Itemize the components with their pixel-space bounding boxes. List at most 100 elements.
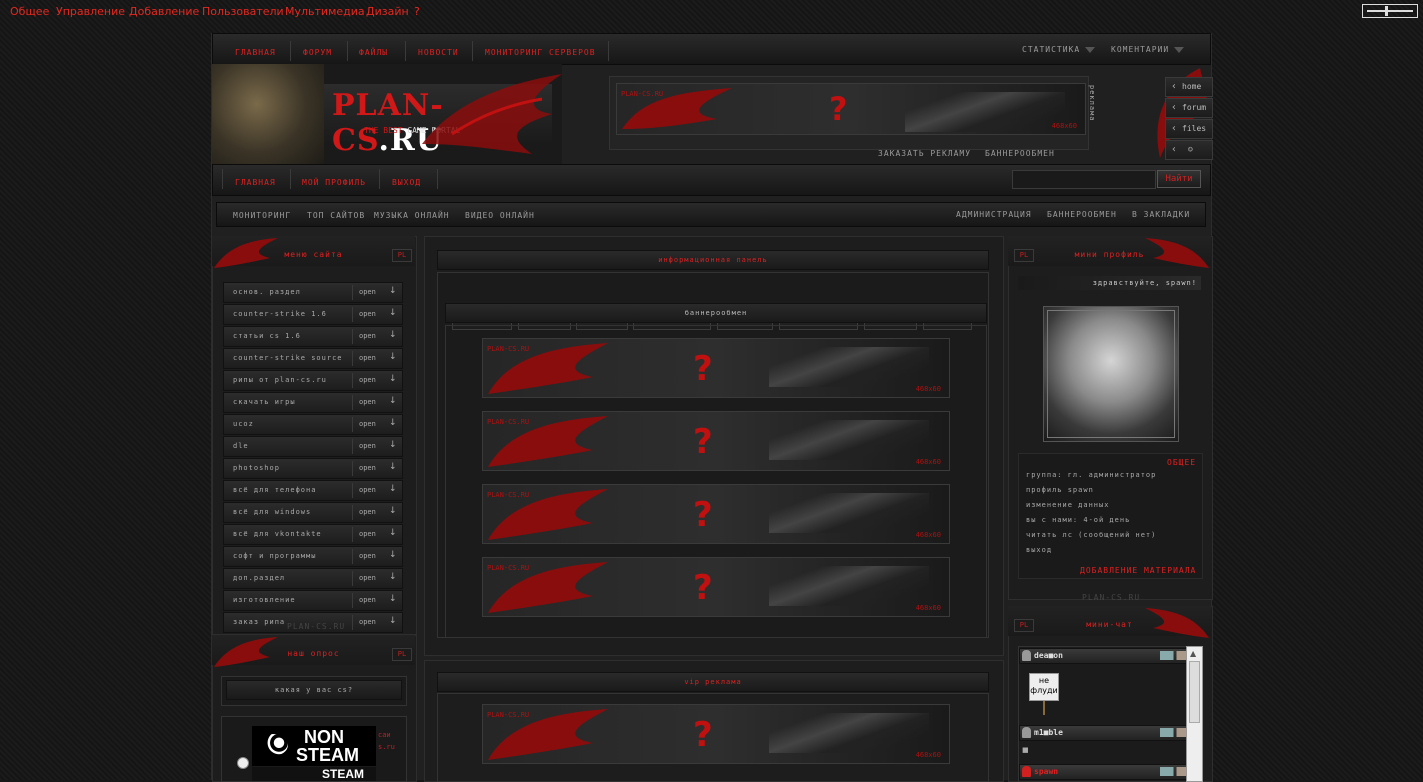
top-banner[interactable]: PLAN-CS.RU ? 468x60 <box>616 83 1086 135</box>
pl-badge[interactable]: PL <box>392 648 412 661</box>
edit-profile-link[interactable]: изменение данных <box>1026 501 1109 509</box>
pl-badge[interactable]: PL <box>1014 619 1034 632</box>
arrow-down-icon[interactable]: ↓ <box>389 418 397 428</box>
sidebar-item[interactable]: ucoz open ↓ <box>223 414 403 435</box>
arrow-down-icon[interactable]: ↓ <box>389 528 397 538</box>
pl-badge[interactable]: PL <box>1014 249 1034 262</box>
logout-link[interactable]: выход <box>1026 546 1052 554</box>
nav-comments[interactable]: коментарии <box>1111 45 1185 54</box>
admin-link-management[interactable]: Управление <box>56 5 125 18</box>
toolbar-top-sites[interactable]: топ сайтов <box>307 211 365 220</box>
open-label[interactable]: open <box>359 310 376 318</box>
sidebar-item[interactable]: photoshop open ↓ <box>223 458 403 479</box>
width-slider[interactable] <box>1362 4 1418 18</box>
open-label[interactable]: open <box>359 530 376 538</box>
arrow-down-icon[interactable]: ↓ <box>389 440 397 450</box>
arrow-down-icon[interactable]: ↓ <box>389 462 397 472</box>
sidebar-item[interactable]: изготовление open ↓ <box>223 590 403 611</box>
sidebar-item[interactable]: всё для windows open ↓ <box>223 502 403 523</box>
open-label[interactable]: open <box>359 574 376 582</box>
nav-forum[interactable]: форум <box>303 48 332 57</box>
admin-link-design[interactable]: Дизайн <box>366 5 409 18</box>
subnav-logout[interactable]: выход <box>392 178 421 187</box>
arrow-down-icon[interactable]: ↓ <box>389 616 397 626</box>
poll-radio-1[interactable] <box>237 757 249 769</box>
search-input[interactable] <box>1012 170 1156 189</box>
open-label[interactable]: open <box>359 552 376 560</box>
avatar[interactable] <box>1043 306 1179 442</box>
quick-smiley[interactable]: ‹ ☺ <box>1165 140 1213 160</box>
admin-link-users[interactable]: Пользователи <box>202 5 284 18</box>
arrow-down-icon[interactable]: ↓ <box>389 308 397 318</box>
arrow-down-icon[interactable]: ↓ <box>389 330 397 340</box>
profile-link[interactable]: профиль spawn <box>1026 486 1094 494</box>
sidebar-item[interactable]: всё для vkontakte open ↓ <box>223 524 403 545</box>
toolbar-administration[interactable]: администрация <box>956 210 1032 219</box>
arrow-down-icon[interactable]: ↓ <box>389 550 397 560</box>
nav-files[interactable]: файлы <box>359 48 388 57</box>
sidebar-item[interactable]: рипы от plan-cs.ru open ↓ <box>223 370 403 391</box>
sidebar-item[interactable]: софт и программы open ↓ <box>223 546 403 567</box>
open-label[interactable]: open <box>359 420 376 428</box>
pm-link[interactable]: читать лс (сообщений нет) <box>1026 531 1156 539</box>
quick-files[interactable]: ‹ files <box>1165 119 1213 139</box>
chat-scrollbar[interactable]: ▲ <box>1186 646 1203 782</box>
open-label[interactable]: open <box>359 332 376 340</box>
search-button[interactable]: Найти <box>1157 170 1201 188</box>
open-label[interactable]: open <box>359 486 376 494</box>
open-label[interactable]: open <box>359 618 376 626</box>
admin-link-add[interactable]: Добавление <box>129 5 199 18</box>
scroll-thumb[interactable] <box>1189 661 1200 723</box>
toolbar-banner-exchange[interactable]: баннерообмен <box>1047 210 1117 219</box>
open-label[interactable]: open <box>359 354 376 362</box>
ad-banner[interactable]: PLAN-CS.RU? 468x60 <box>482 484 950 544</box>
subnav-home[interactable]: главная <box>235 178 276 187</box>
sidebar-item[interactable]: статьи cs 1.6 open ↓ <box>223 326 403 347</box>
open-label[interactable]: open <box>359 398 376 406</box>
sidebar-item[interactable]: counter-strike source open ↓ <box>223 348 403 369</box>
toolbar-monitoring[interactable]: мониторинг <box>233 211 291 220</box>
nav-news[interactable]: новости <box>418 48 459 57</box>
quick-home[interactable]: ‹ home <box>1165 77 1213 97</box>
site-logo[interactable]: PLAN-CS.RU THE BEST GAME PORTAL <box>212 64 562 164</box>
arrow-down-icon[interactable]: ↓ <box>389 506 397 516</box>
subnav-profile[interactable]: мой профиль <box>302 178 366 187</box>
nav-home[interactable]: главная <box>235 48 276 57</box>
arrow-down-icon[interactable]: ↓ <box>389 594 397 604</box>
add-material-link[interactable]: добавление материала <box>1080 566 1196 575</box>
sidebar-item[interactable]: dle open ↓ <box>223 436 403 457</box>
pl-badge[interactable]: PL <box>392 249 412 262</box>
open-label[interactable]: open <box>359 288 376 296</box>
arrow-down-icon[interactable]: ↓ <box>389 572 397 582</box>
arrow-down-icon[interactable]: ↓ <box>389 396 397 406</box>
admin-link-multimedia[interactable]: Мультимедиа <box>285 5 365 18</box>
quick-forum[interactable]: ‹ forum <box>1165 98 1213 118</box>
ad-banner[interactable]: PLAN-CS.RU? 468x60 <box>482 411 950 471</box>
banner-exchange-link[interactable]: баннерообмен <box>985 149 1055 158</box>
arrow-down-icon[interactable]: ↓ <box>389 484 397 494</box>
order-ad-link[interactable]: заказать рекламу <box>878 149 971 158</box>
sidebar-item[interactable]: всё для телефона open ↓ <box>223 480 403 501</box>
sidebar-item[interactable]: доп.раздел open ↓ <box>223 568 403 589</box>
nav-server-monitor[interactable]: мониторинг серверов <box>485 48 596 57</box>
arrow-down-icon[interactable]: ↓ <box>389 286 397 296</box>
ad-banner[interactable]: PLAN-CS.RU? 468x60 <box>482 557 950 617</box>
open-label[interactable]: open <box>359 376 376 384</box>
open-label[interactable]: open <box>359 464 376 472</box>
admin-link-general[interactable]: Общее <box>10 5 49 18</box>
open-label[interactable]: open <box>359 508 376 516</box>
admin-link-help[interactable]: ? <box>414 5 420 18</box>
arrow-down-icon[interactable]: ↓ <box>389 352 397 362</box>
arrow-up-icon[interactable]: ▲ <box>1190 649 1196 658</box>
open-label[interactable]: open <box>359 442 376 450</box>
sidebar-item[interactable]: counter-strike 1.6 open ↓ <box>223 304 403 325</box>
sidebar-item[interactable]: основ. раздел open ↓ <box>223 282 403 303</box>
open-label[interactable]: open <box>359 596 376 604</box>
toolbar-video[interactable]: видео онлайн <box>465 211 535 220</box>
ad-banner[interactable]: PLAN-CS.RU? 468x60 <box>482 338 950 398</box>
toolbar-music[interactable]: музыка онлайн <box>374 211 450 220</box>
ad-banner[interactable]: PLAN-CS.RU? 468x60 <box>482 704 950 764</box>
nav-statistics[interactable]: статистика <box>1022 45 1096 54</box>
arrow-down-icon[interactable]: ↓ <box>389 374 397 384</box>
toolbar-bookmarks[interactable]: в закладки <box>1132 210 1190 219</box>
